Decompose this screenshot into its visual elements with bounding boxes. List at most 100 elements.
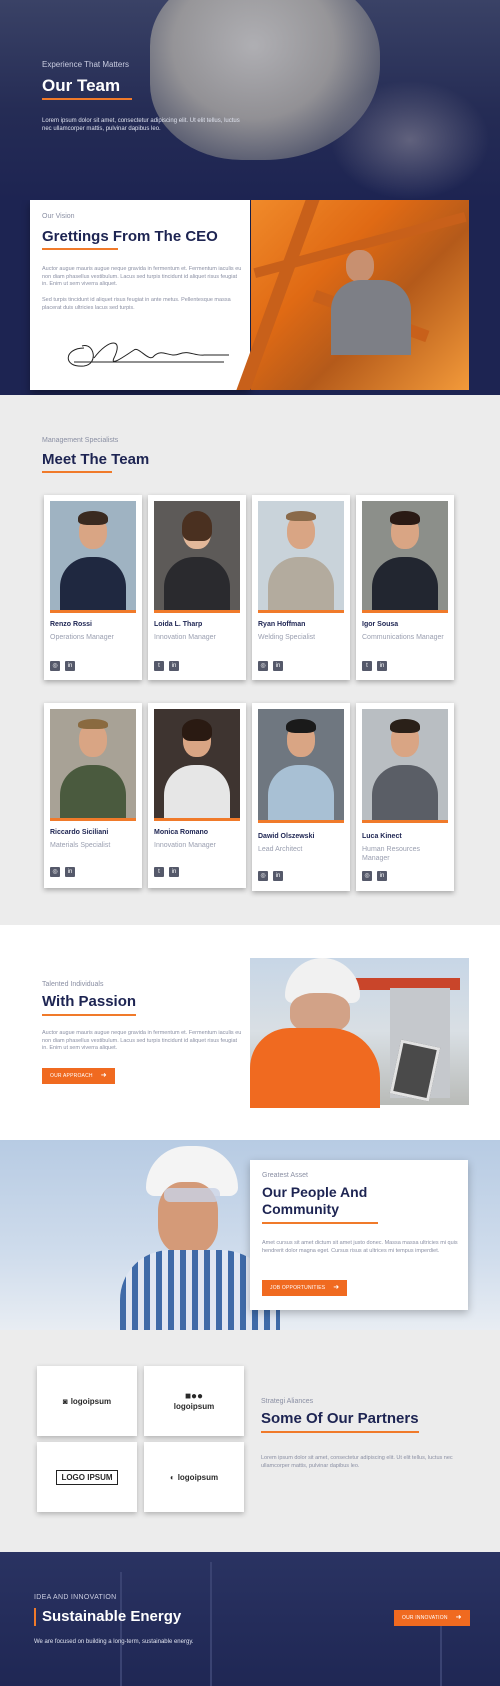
linkedin-icon[interactable]: in [377,871,387,881]
linkedin-icon[interactable]: in [65,867,75,877]
arrow-right-icon: ➜ [455,1614,462,1621]
instagram-icon[interactable]: ◎ [258,661,268,671]
button-label: OUR INNOVATION [402,1615,448,1621]
button-label: OUR APPROACH [50,1073,93,1079]
member-photo [50,501,136,613]
people-title: Our People And Community [262,1184,368,1217]
linkedin-icon[interactable]: in [377,661,387,671]
member-role: Lead Architect [258,846,303,853]
ceo-section: Our Vision Grettings From The CEO Auctor… [0,200,500,395]
member-role: Operations Manager [50,634,114,641]
logo-text: logoipsum [173,1402,215,1411]
team-card: Renzo Rossi Operations Manager ◎ in [44,495,142,680]
partner-logo-4[interactable]: ◐ logoipsum [144,1442,244,1512]
people-section: Greatest Asset Our People And Community … [0,1140,500,1330]
member-photo [362,501,448,613]
member-role: Materials Specialist [50,842,111,849]
instagram-icon[interactable]: ◎ [50,867,60,877]
linkedin-icon[interactable]: in [169,661,179,671]
title-underline [42,98,132,100]
social-links: ◎ in [258,871,283,881]
title-underline [42,471,112,473]
logo-text: logoipsum [70,1396,112,1406]
team-card: Ryan Hoffman Welding Specialist ◎ in [252,495,350,680]
energy-section: IDEA AND INNOVATION Sustainable Energy W… [0,1552,500,1686]
linkedin-icon[interactable]: in [273,661,283,671]
hero-text: Lorem ipsum dolor sit amet, consectetur … [42,118,240,132]
linkedin-icon[interactable]: in [273,871,283,881]
member-name: Loida L. Tharp [154,621,203,628]
hero-kicker: Experience That Matters [42,60,130,69]
logo-mark-icon: ◙ [62,1396,68,1406]
energy-title-bold: Energy [130,1608,182,1625]
ceo-paragraph-1: Auctor augue mauris augue neque gravida … [42,266,242,287]
member-role: Welding Specialist [258,634,316,641]
arrow-right-icon: ➜ [333,1284,340,1291]
energy-text: We are focused on building a long-term, … [34,1639,194,1645]
partners-section: ◙ logoipsum ■●● logoipsum LOGO IPSUM ◐ logo… [0,1330,500,1552]
title-underline [42,248,118,250]
hero-section: Experience That Matters Our Team Lorem i… [0,0,500,200]
title-underline [42,1014,136,1016]
twitter-icon[interactable]: t [362,661,372,671]
ceo-kicker: Our Vision [42,213,75,220]
team-card: Riccardo Siciliani Materials Specialist … [44,703,142,888]
passion-kicker: Talented Individuals [42,981,104,988]
social-links: t in [362,661,387,671]
passion-text: Auctor augue mauris augue neque gravida … [42,1030,242,1051]
social-links: ◎ in [258,661,283,671]
member-photo [154,501,240,613]
accent-bar [34,1608,36,1626]
ceo-title: Grettings From The CEO [42,228,218,245]
team-kicker: Management Specialists [42,437,119,444]
partner-logo-1[interactable]: ◙ logoipsum [37,1366,137,1436]
member-role: Innovation Manager [154,842,216,849]
hero-background-shape [330,80,490,200]
signature-image [67,342,229,367]
instagram-icon[interactable]: ◎ [258,871,268,881]
member-name: Luca Kinect [362,833,402,840]
member-role: Innovation Manager [154,634,216,641]
partners-kicker: Strategi Aliances [261,1398,314,1405]
our-approach-button[interactable]: OUR APPROACH ➜ [42,1068,115,1084]
team-card: Monica Romano Innovation Manager t in [148,703,246,888]
partner-logo-3[interactable]: LOGO IPSUM [37,1442,137,1512]
member-role: Communications Manager [362,634,444,641]
instagram-icon[interactable]: ◎ [50,661,60,671]
team-card: Dawid Olszewski Lead Architect ◎ in [252,703,350,891]
people-text: Amet cursus sit amet dictum sit amet jus… [262,1240,458,1254]
our-innovation-button[interactable]: OUR INNOVATION ➜ [394,1610,470,1626]
twitter-icon[interactable]: t [154,867,164,877]
member-name: Igor Sousa [362,621,399,628]
linkedin-icon[interactable]: in [169,867,179,877]
turbine-decoration [120,1572,122,1686]
people-card: Greatest Asset Our People And Community … [250,1160,468,1310]
partners-text: Lorem ipsum dolor sit amet, consectetur … [261,1455,453,1469]
logo-mark-icon: ■●● [184,1391,204,1402]
people-kicker: Greatest Asset [262,1172,308,1179]
job-opportunities-button[interactable]: JOB OPPORTUNITIES ➜ [262,1280,348,1296]
logo-text: LOGO IPSUM [56,1469,118,1485]
team-section: Management Specialists Meet The Team Ren… [0,395,500,925]
social-links: ◎ in [50,867,75,877]
member-photo [258,501,344,613]
ceo-card: Our Vision Grettings From The CEO Auctor… [30,200,250,390]
member-name: Riccardo Siciliani [50,829,109,836]
member-name: Renzo Rossi [50,621,93,628]
social-links: t in [154,867,179,877]
twitter-icon[interactable]: t [154,661,164,671]
logo-text: logoipsum [177,1472,219,1482]
energy-title-light: Sustainable [42,1608,127,1625]
social-links: ◎ in [50,661,75,671]
page-title: Our Team [42,76,121,95]
member-photo [50,709,136,821]
turbine-decoration [210,1562,212,1686]
member-photo [154,709,240,821]
linkedin-icon[interactable]: in [65,661,75,671]
energy-title: Sustainable Energy [42,1608,181,1625]
partner-logo-2[interactable]: ■●● logoipsum [144,1366,244,1436]
team-card: Igor Sousa Communications Manager t in [356,495,454,680]
instagram-icon[interactable]: ◎ [362,871,372,881]
member-name: Ryan Hoffman [258,621,306,628]
member-role: Human Resources Manager [362,846,420,862]
